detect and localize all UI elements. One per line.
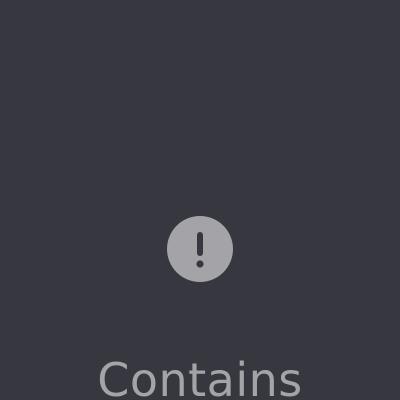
content-warning-screen: Contains <box>0 0 400 400</box>
exclamation-circle-icon <box>167 216 233 282</box>
warning-message: Contains <box>97 353 303 400</box>
